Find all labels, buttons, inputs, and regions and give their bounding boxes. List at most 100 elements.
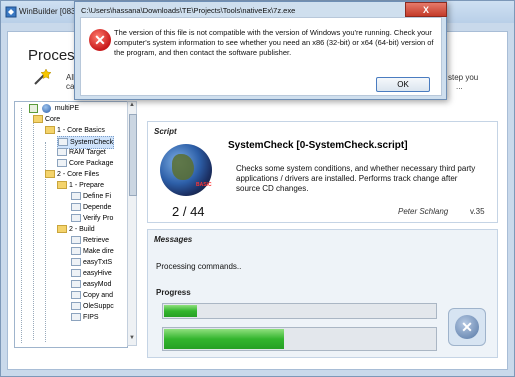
tree-item-easymod[interactable]: easyMod <box>71 279 111 290</box>
tree-item-make-dire[interactable]: Make dire <box>71 246 114 257</box>
scrollbar-thumb[interactable] <box>129 114 137 196</box>
script-icon <box>71 269 81 278</box>
script-icon <box>71 280 81 289</box>
folder-icon <box>57 225 67 234</box>
tree-item-label: Depende <box>83 204 112 211</box>
script-logo-globe-icon: BASIC <box>160 144 212 196</box>
tree-guide-line <box>21 108 22 343</box>
tree-item-fips[interactable]: FIPS <box>71 312 99 323</box>
tree-item-prepare[interactable]: 1 - Prepare <box>57 180 104 191</box>
folder-icon <box>45 170 55 179</box>
script-version: v.35 <box>470 207 485 216</box>
total-progress-fill <box>164 329 285 349</box>
script-panel: Script BASIC 2 / 44 SystemCheck [0-Syste… <box>147 121 498 223</box>
globe-land-shape <box>172 154 194 180</box>
script-icon <box>57 159 67 168</box>
tree-item-label: 1 - Core Basics <box>57 127 105 134</box>
error-icon: ✕ <box>89 29 111 51</box>
tree-item-label: easyHive <box>83 270 112 277</box>
tree-scrollbar[interactable]: ▲ ▼ <box>127 101 137 346</box>
checkbox-icon[interactable] <box>29 103 38 113</box>
dialog-message: The version of this file is not compatib… <box>114 28 434 57</box>
script-icon <box>71 313 81 322</box>
tree-item-multipe[interactable]: multiPE <box>29 103 79 114</box>
script-counter: 2 / 44 <box>172 204 205 219</box>
script-icon <box>71 236 81 245</box>
messages-panel-caption: Messages <box>154 235 193 244</box>
tree-item-retrieve[interactable]: Retrieve <box>71 235 109 246</box>
tree-item-olesupp[interactable]: OleSuppc <box>71 301 114 312</box>
scroll-up-arrow-icon[interactable]: ▲ <box>128 102 136 112</box>
tree-item-easytxt[interactable]: easyTxtS <box>71 257 112 268</box>
tree-item-label: SystemCheck <box>70 139 114 146</box>
intro-text-right-2: ... <box>456 82 463 91</box>
tree-item-label: FIPS <box>83 314 99 321</box>
script-icon <box>71 302 81 311</box>
status-message: Processing commands.. <box>156 262 242 271</box>
total-progress-bar <box>162 327 437 351</box>
tree-guide-line <box>33 120 34 340</box>
tree-item-label: OleSuppc <box>83 303 114 310</box>
tree-item-label: easyMod <box>83 281 112 288</box>
script-icon <box>71 247 81 256</box>
script-title: SystemCheck [0-SystemCheck.script] <box>228 140 408 151</box>
progress-label: Progress <box>156 288 191 297</box>
script-panel-caption: Script <box>154 127 177 136</box>
tree-item-label: 1 - Prepare <box>69 182 105 189</box>
error-dialog: C:\Users\hassana\Downloads\TE\Projects\T… <box>74 1 447 100</box>
tree-item-core-package[interactable]: Core Package <box>57 158 113 169</box>
folder-icon <box>45 126 55 135</box>
tree-item-label: Define Fi <box>83 193 112 200</box>
tree-item-label: 2 - Core Files <box>57 171 100 178</box>
tree-item-label: easyTxtS <box>83 259 113 266</box>
tree-item-label: multiPE <box>54 105 80 112</box>
winbuilder-window: WinBuilder [083 Process All g can step y… <box>0 0 515 377</box>
scroll-down-arrow-icon[interactable]: ▼ <box>128 335 136 345</box>
cancel-build-button[interactable]: ✕ <box>448 308 486 346</box>
script-icon <box>57 148 67 157</box>
winbuilder-app-icon <box>5 6 17 18</box>
globe-icon <box>41 103 51 113</box>
tree-item-define[interactable]: Define Fi <box>71 191 111 202</box>
intro-text-right: step you <box>448 73 479 82</box>
dialog-title: C:\Users\hassana\Downloads\TE\Projects\T… <box>81 6 296 15</box>
tree-item-depende[interactable]: Depende <box>71 202 111 213</box>
tree-item-label: Retrieve <box>83 237 110 244</box>
magic-wand-icon <box>34 68 52 85</box>
cancel-x-icon: ✕ <box>455 315 479 339</box>
tree-item-label: Core <box>45 116 61 123</box>
tree-item-verify[interactable]: Verify Pro <box>71 213 113 224</box>
tree-item-copy-and[interactable]: Copy and <box>71 290 113 301</box>
dialog-body: ✕ The version of this file is not compat… <box>80 17 442 96</box>
tree-item-ram-target[interactable]: RAM Target <box>57 147 106 158</box>
folder-icon <box>33 115 43 124</box>
script-icon <box>71 203 81 212</box>
script-icon <box>71 291 81 300</box>
tree-item-core[interactable]: Core <box>33 114 60 125</box>
script-progress-bar <box>162 303 437 319</box>
script-icon <box>71 192 81 201</box>
project-tree[interactable]: multiPE Core 1 - Core Basics SystemCheck… <box>14 101 128 348</box>
tree-item-label: Copy and <box>83 292 113 299</box>
script-icon <box>71 214 81 223</box>
messages-panel: Messages Processing commands.. Progress … <box>147 229 498 358</box>
tree-item-label: 2 - Build <box>69 226 95 233</box>
tree-item-label: Verify Pro <box>83 215 114 222</box>
tree-item-label: Make dire <box>83 248 114 255</box>
script-progress-fill <box>164 305 197 317</box>
tree-item-core-files[interactable]: 2 - Core Files <box>45 169 99 180</box>
script-description: Checks some system conditions, and wheth… <box>236 164 476 193</box>
tree-item-easyhive[interactable]: easyHive <box>71 268 112 279</box>
tree-item-core-basics[interactable]: 1 - Core Basics <box>45 125 105 136</box>
script-icon <box>58 138 68 147</box>
script-author: Peter Schlang <box>398 207 449 216</box>
window-title: WinBuilder [083 <box>19 7 76 16</box>
tree-item-label: RAM Target <box>69 149 106 156</box>
dialog-close-button[interactable]: X <box>405 2 447 17</box>
logo-tag: BASIC <box>196 182 212 188</box>
folder-icon <box>57 181 67 190</box>
tree-item-build[interactable]: 2 - Build <box>57 224 95 235</box>
tree-item-label: Core Package <box>69 160 114 167</box>
ok-button[interactable]: OK <box>376 77 430 92</box>
script-icon <box>71 258 81 267</box>
